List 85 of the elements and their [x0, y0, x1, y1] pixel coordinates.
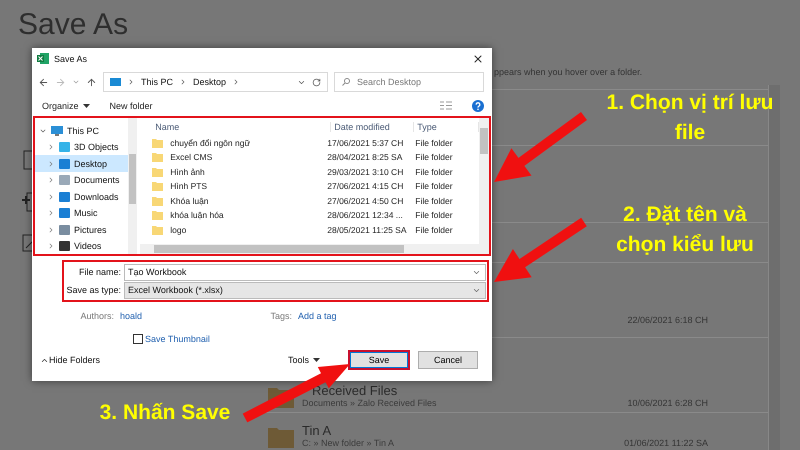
type-cell-text: File folder — [414, 181, 454, 192]
author-link[interactable]: hoald — [120, 311, 268, 322]
date-cell-text: 27/06/2021 4:50 CH — [326, 196, 404, 206]
meta-label: Authors: — [79, 311, 115, 322]
date-cell-text: 28/06/2021 12:34 ... — [326, 210, 404, 220]
checkbox-label[interactable]: Save Thumbnail — [145, 334, 210, 344]
column-header[interactable]: Name — [152, 122, 332, 132]
help-icon[interactable] — [472, 100, 484, 112]
new-folder-button[interactable]: New folder — [110, 100, 153, 111]
chevron-icon[interactable] — [127, 78, 135, 86]
date-cell-text: 27/06/2021 4:15 CH — [326, 181, 404, 192]
date-cell-text: 28/05/2021 11:25 SA — [326, 224, 408, 235]
scrollbar[interactable] — [479, 118, 489, 254]
file-name-field[interactable]: Tạo Workbook — [124, 264, 486, 281]
tree-item[interactable]: 3D Objects — [35, 138, 128, 156]
type-cell-text: File folder — [414, 224, 454, 235]
address-bar[interactable]: This PC Desktop — [103, 72, 328, 92]
folder-icon — [152, 181, 164, 192]
annotation-text: file — [674, 120, 706, 146]
type-cell-text: File folder — [414, 166, 454, 177]
tree-item[interactable]: Pictures — [35, 221, 128, 238]
file-name[interactable]: logo — [167, 224, 322, 235]
search-icon — [342, 78, 350, 86]
folder-icon — [152, 224, 164, 235]
tree-item[interactable]: Videos — [35, 238, 128, 254]
file-name[interactable]: Hình PTS — [167, 181, 322, 192]
tree-item[interactable]: Downloads — [35, 188, 128, 205]
date-cell-text: 28/04/2021 8:25 SA — [326, 152, 404, 162]
breadcrumb[interactable]: Desktop — [193, 77, 226, 88]
page-title: Save As — [18, 8, 130, 43]
up-arrow-icon[interactable] — [86, 76, 97, 88]
hide-folders-button[interactable]: Hide Folders — [49, 355, 100, 366]
column-header[interactable]: Date modified — [331, 122, 414, 132]
meta-label: Tags: — [269, 311, 293, 322]
modified-date: 22/06/2021 6:18 CH — [627, 315, 708, 325]
modified-date: 10/06/2021 6:28 CH — [627, 398, 708, 408]
annotation-text: 2. Đặt tên và — [623, 202, 747, 228]
tag-link[interactable]: Add a tag — [298, 311, 378, 322]
breadcrumb[interactable]: This PC — [141, 77, 174, 88]
folder-icon — [152, 138, 164, 148]
view-icon[interactable] — [440, 101, 452, 110]
dialog-title: Save As — [54, 54, 88, 64]
type-cell-text: File folder — [414, 210, 454, 220]
folder-path: C: » New folder » Tin A — [302, 438, 396, 448]
folder-icon — [152, 166, 164, 177]
field-label: File name: — [78, 267, 121, 278]
annotation-text: 1. Chọn vị trí lưu — [606, 90, 774, 116]
save-button[interactable]: Save — [348, 350, 410, 370]
hint-text: ppears when you hover over a folder. — [494, 67, 644, 79]
folder-icon — [152, 196, 164, 206]
tree-item[interactable]: This PC — [35, 122, 128, 139]
folder-icon — [152, 152, 164, 162]
scrollbar[interactable] — [128, 118, 138, 254]
close-icon[interactable] — [472, 52, 484, 65]
file-name[interactable]: Hình ảnh — [167, 166, 322, 177]
folder-icon — [152, 210, 164, 220]
folder-icon — [268, 426, 294, 448]
caret-icon[interactable] — [82, 104, 90, 108]
cancel-button[interactable]: Cancel — [418, 351, 478, 370]
file-name[interactable]: Khóa luận — [167, 196, 322, 206]
modified-date: 01/06/2021 11:22 SA — [624, 438, 708, 448]
tree-item[interactable]: Documents — [35, 172, 128, 188]
file-name[interactable]: chuyển đổi ngôn ngữ — [167, 138, 322, 148]
refresh-icon[interactable] — [312, 78, 321, 87]
spreadsheet-app-icon — [37, 53, 49, 64]
date-cell-text: 17/06/2021 5:37 CH — [326, 138, 404, 148]
back-icon[interactable] — [38, 76, 49, 88]
field-label: Save as type: — [65, 285, 121, 296]
organize-menu[interactable]: Organize — [42, 100, 79, 111]
tree-item[interactable]: Music — [35, 204, 128, 222]
scrollbar[interactable] — [140, 244, 480, 254]
file-name[interactable]: khóa luận hóa — [167, 210, 322, 220]
annotation-text: 3. Nhấn Save — [100, 400, 230, 426]
search-field[interactable]: Search Desktop — [334, 72, 484, 92]
tools-menu[interactable]: Tools — [288, 355, 309, 366]
checkbox[interactable] — [133, 334, 143, 344]
annotation-text: chọn kiểu lưu — [616, 232, 754, 258]
type-cell-text: File folder — [414, 138, 454, 148]
tree-item[interactable]: Desktop — [35, 155, 128, 172]
file-name[interactable]: Excel CMS — [167, 152, 322, 162]
date-cell-text: 29/03/2021 3:10 CH — [326, 166, 404, 177]
folder-path: Documents » Zalo Received Files — [302, 398, 438, 408]
type-dropdown[interactable]: Excel Workbook (*.xlsx) — [124, 282, 486, 299]
type-cell-text: File folder — [414, 152, 454, 162]
type-cell-text: File folder — [414, 196, 454, 206]
